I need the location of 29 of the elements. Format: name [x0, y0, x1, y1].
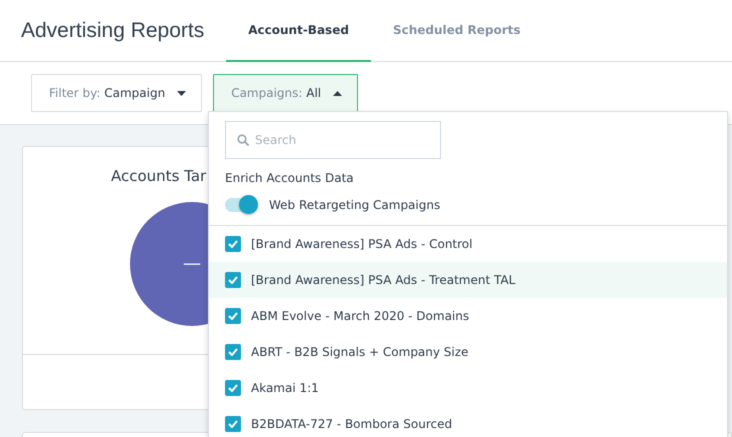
campaign-option[interactable]: ABRT - B2B Signals + Company Size: [209, 334, 727, 370]
caret-icon: [177, 90, 186, 96]
card-title: Accounts Tar: [111, 167, 208, 185]
toggle-switch[interactable]: [225, 198, 257, 212]
filter-dropdown[interactable]: Filter by: Campaign: [31, 74, 202, 112]
campaign-option[interactable]: [Brand Awareness] PSA Ads - Control: [209, 226, 727, 262]
page-title: Advertising Reports: [20, 18, 206, 44]
checkmark-icon: [228, 240, 238, 248]
chart-center-label: —: [183, 255, 201, 273]
checkmark-icon: [228, 276, 238, 284]
checkbox[interactable]: [225, 416, 241, 432]
filter-dropdown[interactable]: Campaigns: All: [213, 74, 358, 112]
checkbox[interactable]: [225, 344, 241, 360]
campaign-option[interactable]: B2BDATA-727 - Bombora Sourced: [209, 406, 727, 437]
checkmark-icon: [228, 312, 238, 320]
toggle-label: Web Retargeting Campaigns: [269, 198, 440, 212]
campaign-option[interactable]: Akamai 1:1: [209, 370, 727, 406]
checkmark-icon: [228, 420, 238, 428]
campaign-option[interactable]: ABM Evolve - March 2020 - Domains: [209, 298, 727, 334]
checkmark-icon: [228, 384, 238, 392]
checkbox[interactable]: [225, 272, 241, 288]
checkbox[interactable]: [225, 380, 241, 396]
checkbox[interactable]: [225, 308, 241, 324]
checkmark-icon: [228, 348, 238, 356]
caret-icon: [333, 90, 342, 96]
campaign-option[interactable]: [Brand Awareness] PSA Ads - Treatment TAL: [209, 262, 727, 298]
section-label: Enrich Accounts Data: [225, 171, 355, 185]
search-field[interactable]: Search: [225, 121, 441, 159]
checkbox[interactable]: [225, 236, 241, 252]
